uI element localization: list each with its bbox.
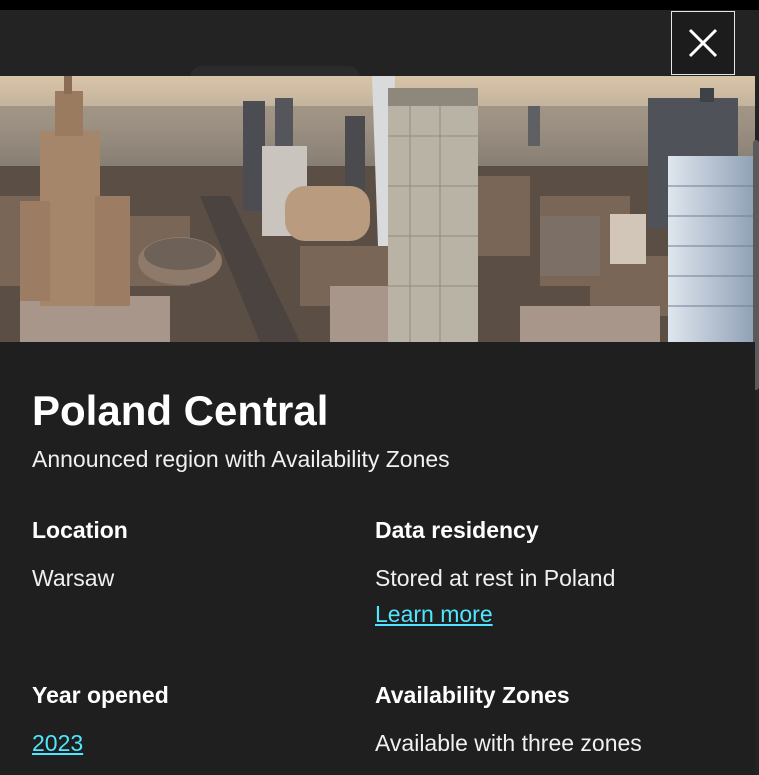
location-value: Warsaw <box>32 565 115 591</box>
top-bar <box>0 0 759 10</box>
region-hero-image <box>0 76 755 342</box>
year-opened-link[interactable]: 2023 <box>32 728 83 758</box>
region-subtitle: Announced region with Availability Zones <box>32 446 450 472</box>
availability-zones-value: Available with three zones <box>375 730 642 756</box>
year-opened-label: Year opened <box>32 682 169 708</box>
close-button[interactable] <box>671 11 735 75</box>
learn-more-link[interactable]: Learn more <box>375 599 493 629</box>
location-label: Location <box>32 517 128 543</box>
close-icon <box>688 28 718 58</box>
availability-zones-label: Availability Zones <box>375 682 570 708</box>
data-residency-value: Stored at rest in Poland <box>375 565 616 591</box>
city-skyline-illustration <box>0 76 755 342</box>
region-title: Poland Central <box>32 387 329 434</box>
data-residency-label: Data residency <box>375 517 539 543</box>
